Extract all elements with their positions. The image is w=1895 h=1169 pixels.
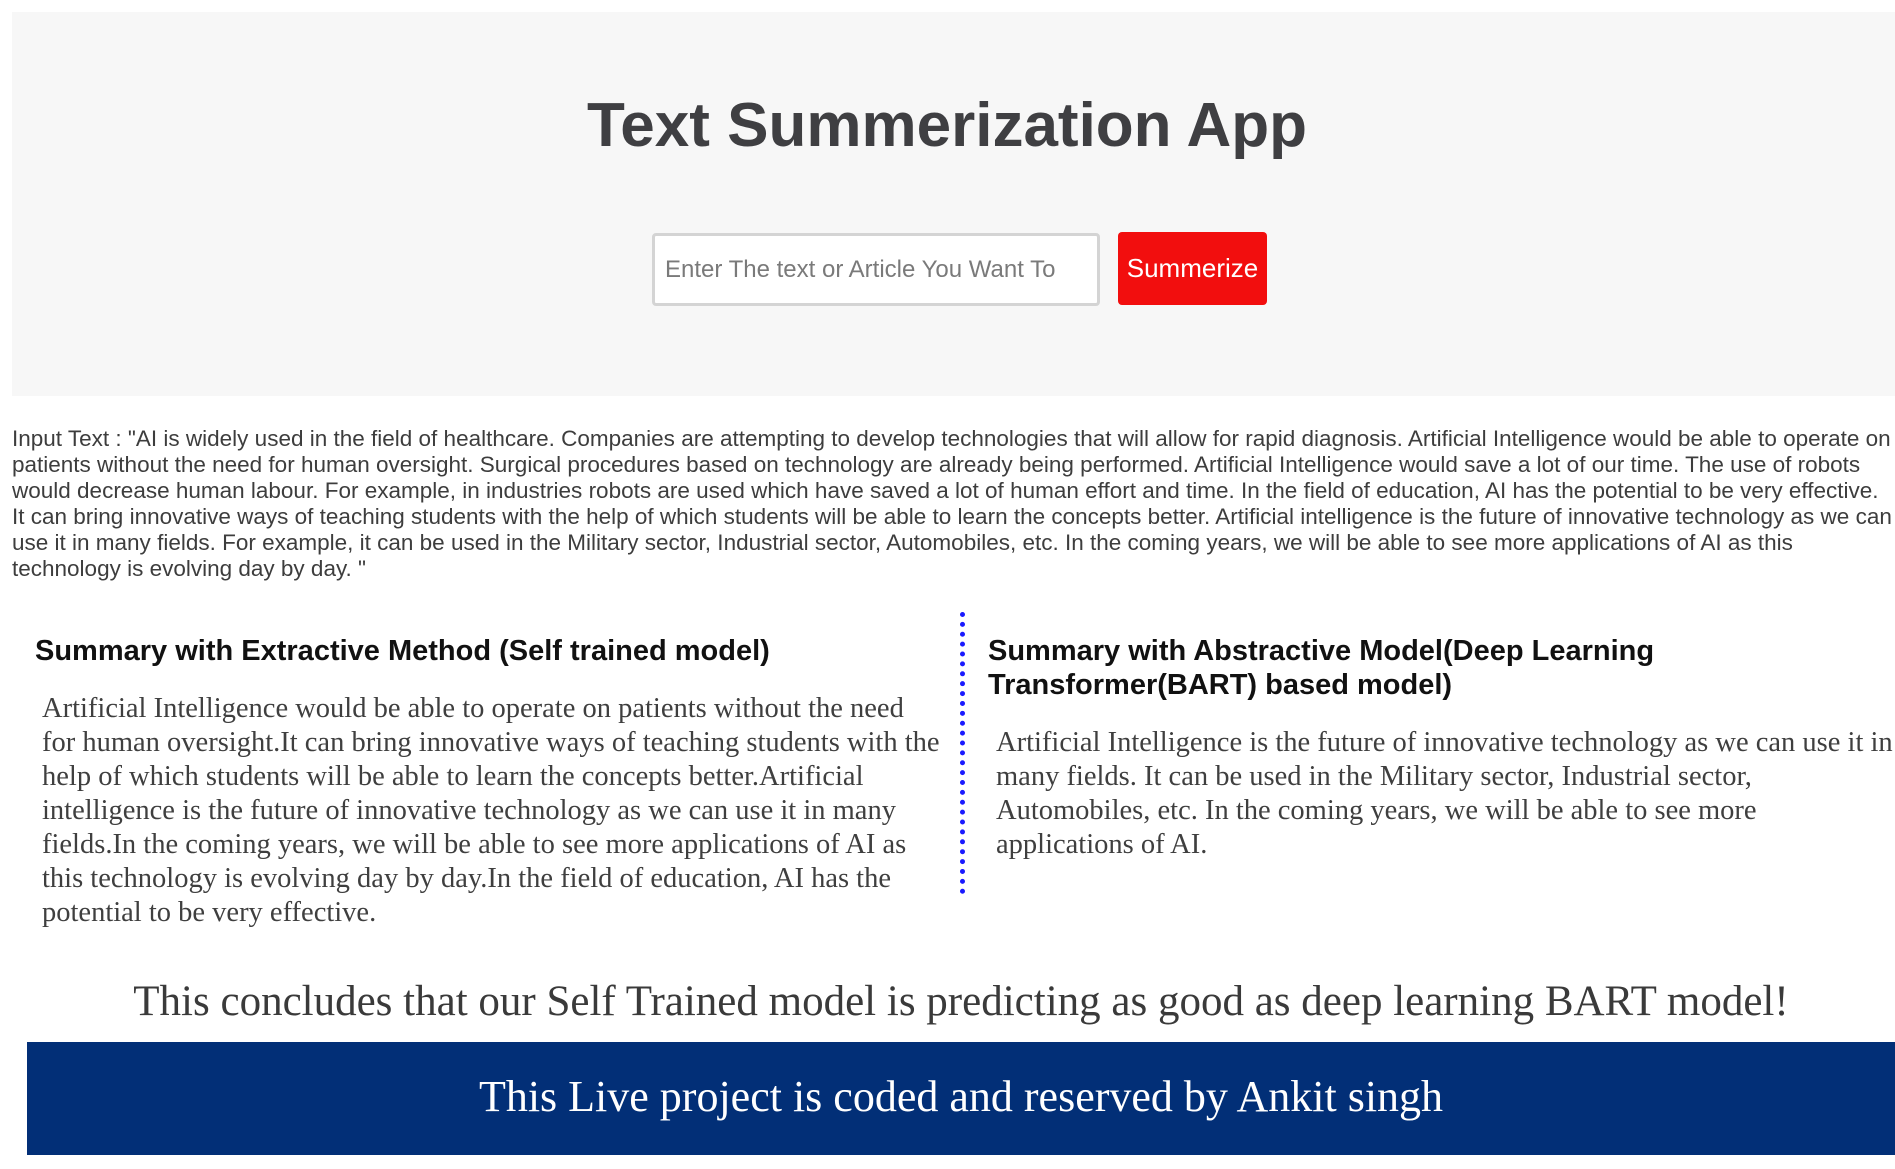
summarize-button[interactable]: Summerize [1118, 232, 1267, 305]
input-text: Input Text : "AI is widely used in the f… [12, 426, 1892, 581]
footer-banner: This Live project is coded and reserved … [27, 1042, 1895, 1155]
conclusion-text: This concludes that our Self Trained mod… [133, 978, 1789, 1025]
extractive-summary-text: Artificial Intelligence would be able to… [42, 693, 940, 928]
column-divider [960, 612, 965, 894]
header-panel [12, 12, 1895, 396]
footer-text: This Live project is coded and reserved … [478, 1072, 1444, 1121]
text-input[interactable] [652, 233, 1100, 306]
extractive-summary-heading: Summary with Extractive Method (Self tra… [35, 635, 770, 667]
abstractive-summary-text: Artificial Intelligence is the future of… [996, 727, 1893, 860]
page-title: Text Summerization App [587, 91, 1307, 160]
abstractive-summary-heading: Summary with Abstractive Model(Deep Lear… [988, 635, 1655, 701]
